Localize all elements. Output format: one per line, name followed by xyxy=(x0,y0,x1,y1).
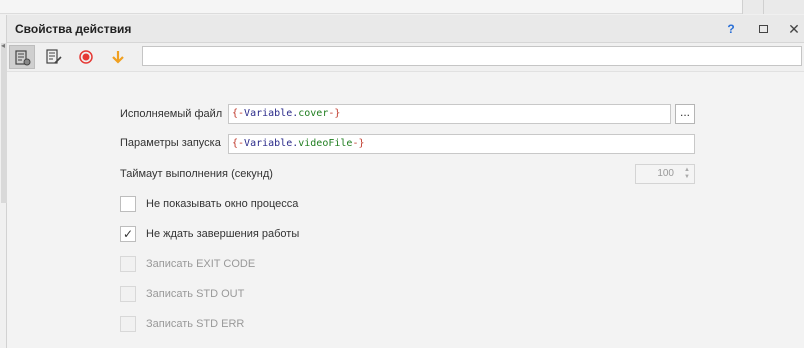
panel-title: Свойства действия xyxy=(15,22,132,36)
timeout-label: Таймаут выполнения (секунд) xyxy=(120,168,273,180)
params-label: Параметры запуска xyxy=(120,137,221,149)
close-button[interactable]: ✕ xyxy=(784,19,804,39)
var-close: -} xyxy=(352,138,365,149)
help-button[interactable]: ? xyxy=(721,19,741,39)
checkbox xyxy=(120,256,136,272)
var-name: Variable xyxy=(244,138,293,149)
executable-field[interactable]: {-Variable.cover-} xyxy=(228,104,671,124)
checkbox[interactable] xyxy=(120,196,136,212)
var-open: {- xyxy=(232,138,245,149)
toolbar-search-input[interactable] xyxy=(142,46,802,66)
spinner-arrows-icon[interactable]: ▲ ▼ xyxy=(684,167,690,181)
checkbox xyxy=(120,286,136,302)
params-field[interactable]: {-Variable.videoFile-} xyxy=(228,134,695,154)
executable-label: Исполняемый файл xyxy=(120,108,223,120)
properties-icon xyxy=(15,50,31,66)
checkbox[interactable]: ✓ xyxy=(120,226,136,242)
splitter[interactable] xyxy=(742,0,804,14)
option-label: Записать EXIT CODE xyxy=(146,258,256,270)
var-close: -} xyxy=(328,108,341,119)
timeout-value: 100 xyxy=(657,168,674,179)
panel-titlebar: Свойства действия ? ✕ xyxy=(7,15,804,43)
toolbar xyxy=(7,43,804,71)
timeout-spinner[interactable]: 100 ▲ ▼ xyxy=(635,164,695,184)
var-open: {- xyxy=(232,108,245,119)
option-label: Записать STD ERR xyxy=(146,318,245,330)
edit-tab-button[interactable] xyxy=(41,45,67,69)
option-label: Не показывать окно процесса xyxy=(146,198,299,210)
var-prop: videoFile xyxy=(298,138,353,149)
option-label: Не ждать завершения работы xyxy=(146,228,300,240)
var-prop: cover xyxy=(298,108,329,119)
browse-button[interactable]: ... xyxy=(675,104,695,124)
form-content: Исполняемый файл {-Variable.cover-} ... … xyxy=(7,71,804,348)
maximize-button[interactable] xyxy=(753,19,773,39)
action-properties-panel: Свойства действия ? ✕ xyxy=(1,15,804,348)
top-strip xyxy=(0,0,804,14)
edit-icon xyxy=(46,49,62,64)
checkbox xyxy=(120,316,136,332)
var-name: Variable xyxy=(244,108,293,119)
properties-tab-button[interactable] xyxy=(9,45,35,69)
record-button[interactable] xyxy=(73,45,99,69)
arrow-down-icon xyxy=(112,51,124,64)
step-down-button[interactable] xyxy=(105,45,131,69)
option-label: Записать STD OUT xyxy=(146,288,245,300)
maximize-icon xyxy=(758,25,768,33)
record-icon xyxy=(79,50,93,64)
